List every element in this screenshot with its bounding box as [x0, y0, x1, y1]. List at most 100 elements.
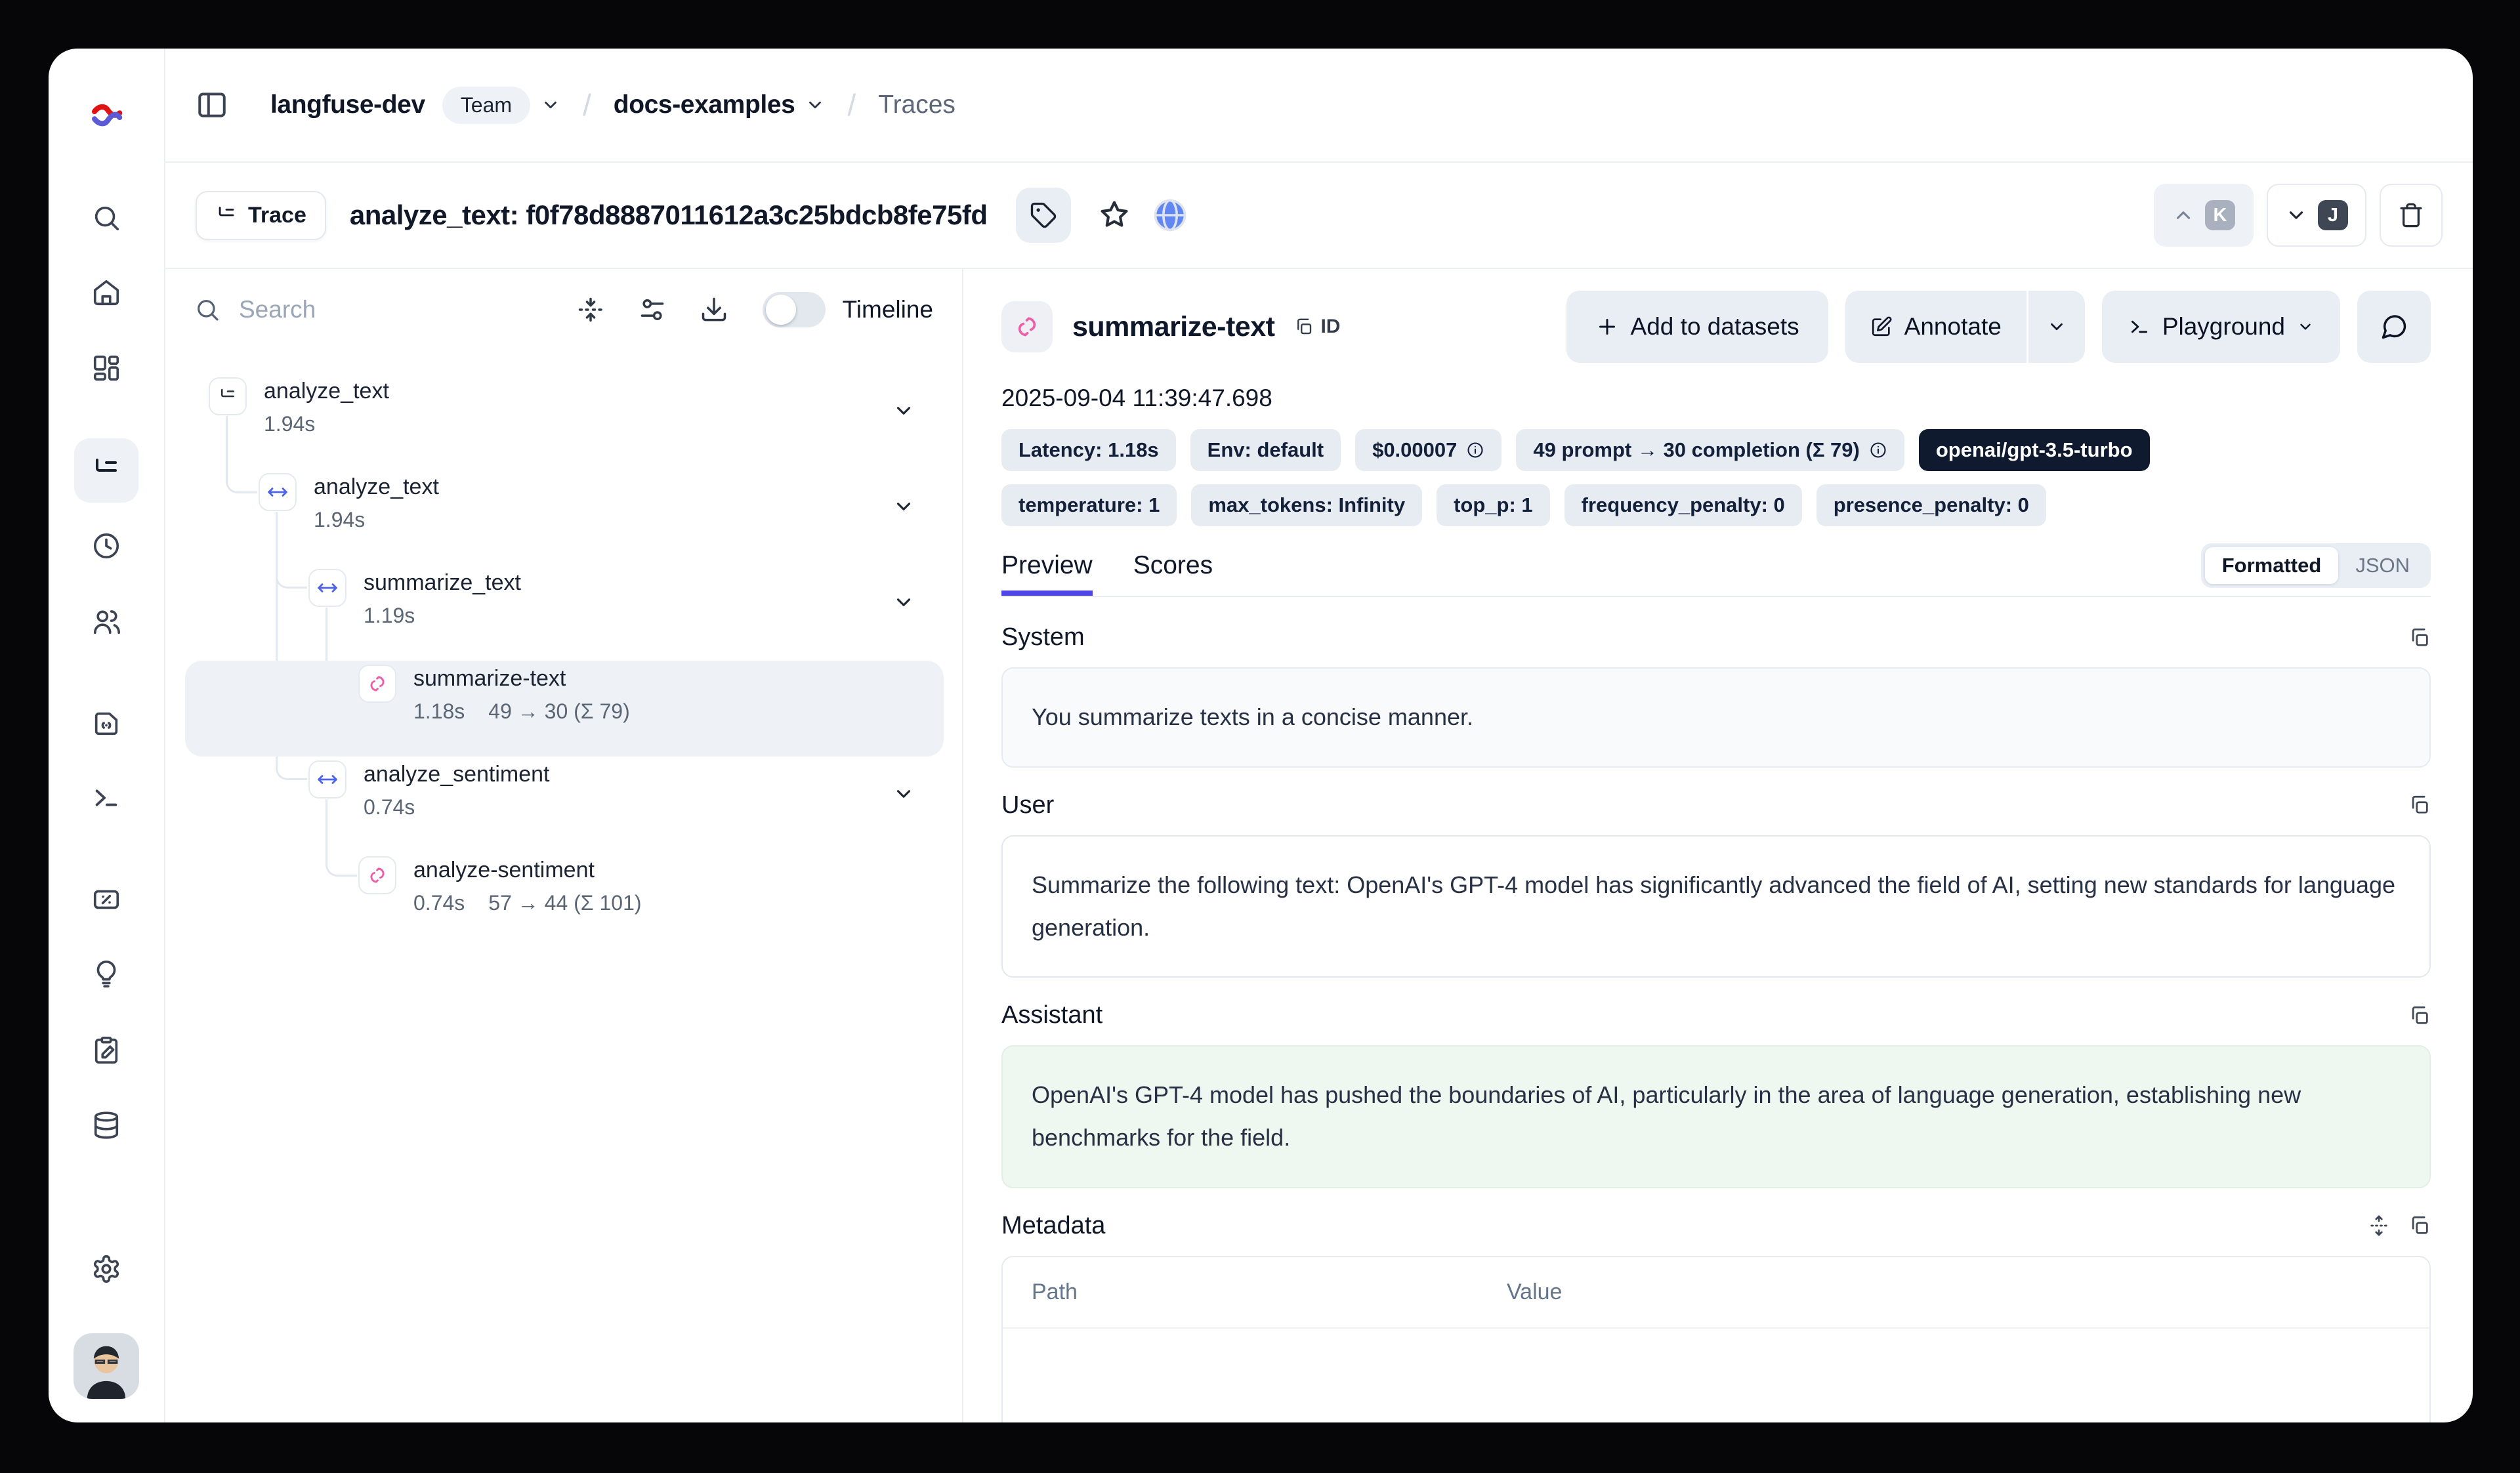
project-chevron-down-icon[interactable] [805, 95, 825, 115]
node-label: summarize-text [413, 666, 630, 692]
span-node-box [308, 760, 346, 799]
node-label: analyze-sentiment [413, 858, 642, 883]
annotation-clipboard-icon[interactable] [91, 1035, 121, 1065]
sidebar-item-tracing[interactable] [74, 438, 138, 503]
detail-tabs: Preview Scores Formatted JSON [1001, 549, 2431, 597]
tree-row-analyze-text-span[interactable]: analyze_text 1.94s [185, 469, 944, 565]
tree-row-analyze-text-trace[interactable]: analyze_text 1.94s [185, 373, 944, 469]
node-label: analyze_sentiment [364, 762, 550, 787]
column-header-value: Value [1507, 1279, 2401, 1305]
copy-id-button[interactable]: ID [1294, 316, 1340, 338]
playground-button[interactable]: Playground [2102, 291, 2340, 363]
metric-badges-row: Latency: 1.18s Env: default $0.00007 49 … [1001, 429, 2431, 471]
collapse-chevron-icon[interactable] [892, 591, 915, 613]
assistant-message-text: OpenAI's GPT-4 model has pushed the boun… [1032, 1081, 2301, 1151]
collapse-chevron-icon[interactable] [892, 783, 915, 805]
annotate-split-button: Annotate [1845, 291, 2085, 363]
org-plan-badge: Team [442, 87, 530, 124]
param-badge: frequency_penalty: 0 [1564, 484, 1802, 526]
tree-row-summarize-text-span[interactable]: summarize_text 1.19s [185, 565, 944, 661]
format-json-option[interactable]: JSON [2338, 547, 2427, 584]
generation-node-box [358, 856, 396, 894]
copy-icon[interactable] [2408, 627, 2431, 649]
cost-badge[interactable]: $0.00007 [1355, 429, 1502, 471]
sessions-clock-icon[interactable] [91, 531, 121, 561]
main-column: langfuse-dev Team / docs-examples / Trac… [165, 49, 2473, 1422]
latency-badge: Latency: 1.18s [1001, 429, 1176, 471]
copy-icon[interactable] [2408, 794, 2431, 816]
user-message-text: Summarize the following text: OpenAI's G… [1032, 871, 2395, 941]
collapse-chevron-icon[interactable] [892, 495, 915, 518]
annotate-button[interactable]: Annotate [1845, 291, 2026, 363]
collapse-chevron-icon[interactable] [892, 400, 915, 422]
public-globe-icon[interactable] [1152, 197, 1188, 233]
model-badge[interactable]: openai/gpt-3.5-turbo [1919, 429, 2150, 471]
tracing-icon [91, 455, 122, 486]
langfuse-logo-icon[interactable] [89, 100, 124, 135]
observation-tree-panel: Timeline analyze_text [165, 269, 963, 1422]
breadcrumb-divider: / [847, 87, 856, 123]
search-input[interactable] [238, 295, 543, 324]
tag-button[interactable] [1016, 188, 1071, 243]
tree-settings-icon[interactable] [638, 295, 667, 324]
search-icon[interactable] [91, 203, 121, 233]
next-trace-button[interactable]: J [2267, 184, 2366, 247]
param-badge: temperature: 1 [1001, 484, 1177, 526]
node-label: analyze_text [264, 379, 389, 404]
tree-row-analyze-sentiment-span[interactable]: analyze_sentiment 0.74s [185, 757, 944, 852]
annotate-dropdown-button[interactable] [2028, 291, 2085, 363]
timeline-toggle[interactable] [763, 292, 826, 327]
search-icon [194, 297, 220, 323]
dashboard-icon[interactable] [91, 353, 121, 383]
playground-terminal-icon[interactable] [91, 783, 121, 813]
metadata-table-header: Path Value [1003, 1257, 2429, 1329]
star-bookmark-icon[interactable] [1097, 198, 1131, 232]
plus-icon [1595, 315, 1619, 339]
org-chevron-down-icon[interactable] [541, 95, 560, 115]
expand-vertical-icon[interactable] [2368, 1214, 2390, 1237]
trace-type-button[interactable]: Trace [196, 191, 326, 240]
add-to-datasets-button[interactable]: Add to datasets [1566, 291, 1828, 363]
home-icon[interactable] [91, 278, 121, 308]
tree-row-analyze-sentiment-generation[interactable]: analyze-sentiment 0.74s 57 → 44 (Σ 101) [185, 852, 944, 948]
observation-detail-panel: summarize-text ID Add to datasets [963, 269, 2473, 1422]
comment-bubble-icon [2380, 312, 2408, 341]
collapse-all-icon[interactable] [576, 295, 605, 324]
lightbulb-icon[interactable] [91, 959, 121, 989]
format-formatted-option[interactable]: Formatted [2205, 547, 2339, 584]
project-name[interactable]: docs-examples [614, 91, 795, 119]
datasets-database-icon[interactable] [91, 1110, 121, 1140]
user-avatar[interactable] [74, 1333, 139, 1399]
annotate-label: Annotate [1904, 313, 2002, 341]
previous-trace-button[interactable]: K [2154, 184, 2254, 247]
assistant-message-box: OpenAI's GPT-4 model has pushed the boun… [1001, 1045, 2431, 1188]
env-badge: Env: default [1190, 429, 1341, 471]
playground-label: Playground [2162, 313, 2285, 341]
detail-header: summarize-text ID Add to datasets [1001, 289, 2431, 365]
observation-title: summarize-text [1072, 311, 1274, 343]
tab-scores[interactable]: Scores [1133, 551, 1213, 596]
metadata-section-header: Metadata [1001, 1212, 2431, 1240]
download-icon[interactable] [700, 295, 728, 324]
comments-button[interactable] [2357, 291, 2431, 363]
prompts-icon[interactable] [91, 709, 121, 739]
scores-icon[interactable] [91, 884, 121, 915]
delete-trace-button[interactable] [2380, 184, 2443, 247]
copy-icon[interactable] [2408, 1005, 2431, 1027]
token-usage-badge[interactable]: 49 prompt → 30 completion (Σ 79) [1516, 429, 1904, 471]
org-name[interactable]: langfuse-dev [270, 91, 425, 119]
copy-icon[interactable] [2408, 1214, 2431, 1237]
settings-gear-icon[interactable] [91, 1254, 121, 1284]
io-sections: System You summarize texts in a concise … [1001, 597, 2431, 1422]
chevron-up-icon [2172, 204, 2194, 226]
sidebar-toggle-icon[interactable] [196, 89, 228, 121]
tab-preview[interactable]: Preview [1001, 551, 1093, 596]
breadcrumb-page[interactable]: Traces [878, 91, 956, 119]
node-label: summarize_text [364, 570, 521, 596]
shortcut-key-j: J [2318, 200, 2348, 230]
tree-row-summarize-text-generation[interactable]: summarize-text 1.18s 49 → 30 (Σ 79) [185, 661, 944, 757]
generation-icon [367, 865, 388, 886]
trace-node-box [209, 377, 247, 415]
metadata-table: Path Value [1001, 1256, 2431, 1422]
users-icon[interactable] [91, 607, 121, 637]
